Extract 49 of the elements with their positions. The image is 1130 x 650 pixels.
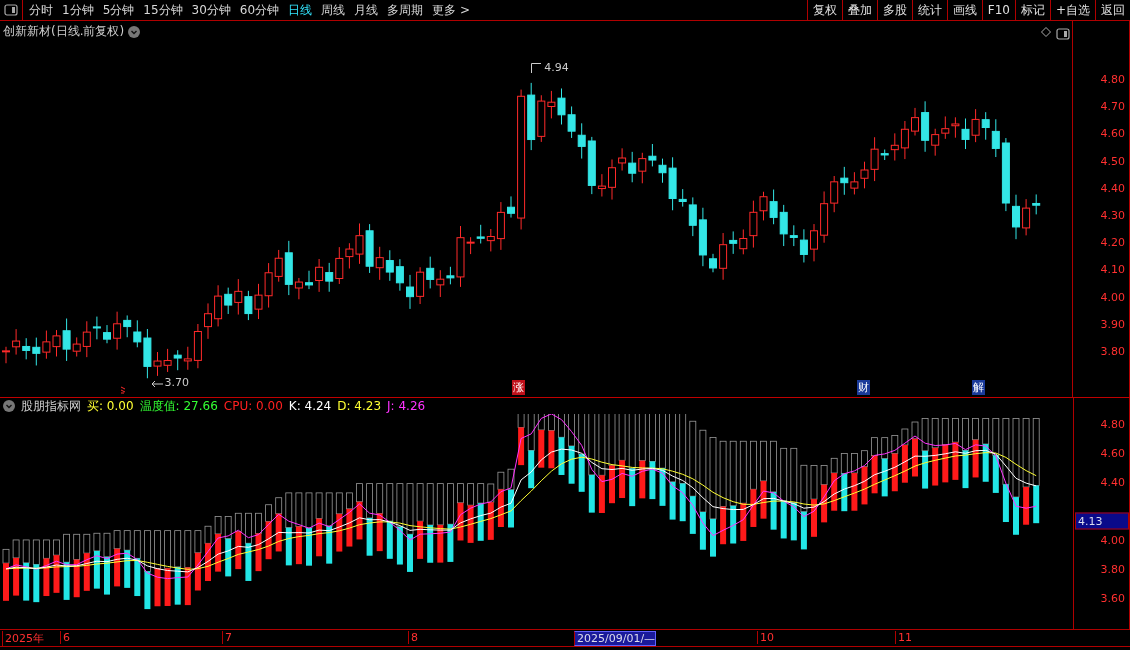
legend-value: K: 4.24 xyxy=(288,399,332,413)
axis-label: 3.90 xyxy=(1100,317,1125,331)
date-label: 8 xyxy=(408,631,418,644)
axis-label: 4.00 xyxy=(1100,290,1125,304)
axis-label: 4.10 xyxy=(1100,262,1125,276)
period-tab[interactable]: 周线 xyxy=(321,1,346,19)
period-tab[interactable]: 5分钟 xyxy=(102,1,135,19)
axis-label: 4.40 xyxy=(1100,181,1125,195)
axis-label: 4.20 xyxy=(1100,235,1125,249)
date-label: 7 xyxy=(222,631,232,644)
axis-label: 4.80 xyxy=(1100,417,1125,431)
chart-title: 创新新材(日线.前复权) xyxy=(3,23,125,40)
event-tag[interactable]: 财 xyxy=(857,380,870,395)
axis-label: 4.00 xyxy=(1100,533,1125,547)
current-value-badge: 4.13 xyxy=(1075,512,1129,530)
period-tab[interactable]: 60分钟 xyxy=(239,1,280,19)
axis-label: 3.80 xyxy=(1100,344,1125,358)
legend-value: 温度值: 27.66 xyxy=(139,397,218,415)
low-price-label: 3.70 xyxy=(164,376,189,390)
high-price-label: 4.94 xyxy=(544,60,569,74)
event-tag[interactable]: 涨 xyxy=(512,380,525,395)
period-tab[interactable]: 月线 xyxy=(354,1,379,19)
period-tab[interactable]: 更多 > xyxy=(432,1,470,19)
indicator-title: 股朋指标网 xyxy=(21,397,81,415)
axis-label: 4.80 xyxy=(1100,72,1125,86)
axis-label: 3.80 xyxy=(1100,562,1125,576)
date-label: 11 xyxy=(895,631,912,644)
legend-value: CPU: 0.00 xyxy=(223,399,283,413)
axis-label: 4.40 xyxy=(1100,475,1125,489)
axis-label: 4.30 xyxy=(1100,208,1125,222)
event-tag[interactable]: 解 xyxy=(972,380,985,395)
period-tab[interactable]: 多周期 xyxy=(387,1,424,19)
period-tab[interactable]: 分时 xyxy=(29,1,53,19)
period-tab[interactable]: 15分钟 xyxy=(143,1,183,19)
date-label: 2025/09/01/— xyxy=(574,631,657,646)
period-tab[interactable]: 1分钟 xyxy=(62,1,94,19)
date-label: 10 xyxy=(757,631,774,644)
period-tab[interactable]: 30分钟 xyxy=(191,1,231,19)
axis-label: 3.60 xyxy=(1100,591,1125,605)
legend-value: D: 4.23 xyxy=(337,399,382,413)
legend-value: 买: 0.00 xyxy=(87,397,134,415)
axis-label: 4.50 xyxy=(1100,154,1125,168)
axis-label: 4.60 xyxy=(1100,446,1125,460)
axis-label: 4.70 xyxy=(1100,99,1125,113)
date-label: 6 xyxy=(60,631,70,644)
legend-value: J: 4.26 xyxy=(387,399,426,413)
date-label: 2025年 xyxy=(2,631,44,646)
axis-label: 4.60 xyxy=(1100,126,1125,140)
period-tab[interactable]: 日线 xyxy=(288,1,313,19)
